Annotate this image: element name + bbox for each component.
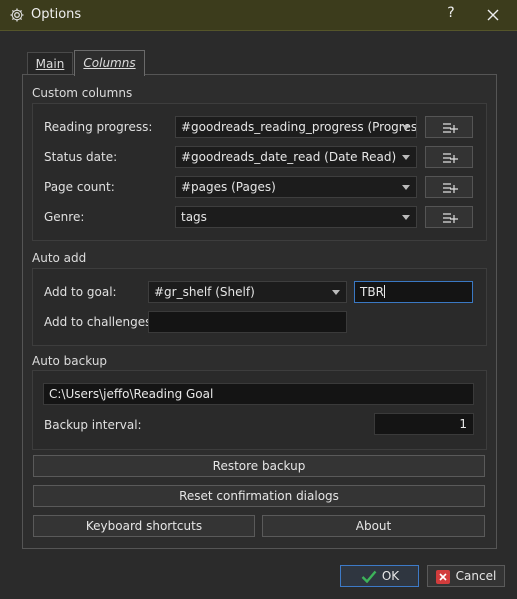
status-date-value: #goodreads_date_read (Date Read)	[181, 150, 397, 164]
backup-path-value: C:\Users\jeffo\Reading Goal	[49, 387, 214, 401]
checkmark-icon	[361, 570, 377, 583]
auto-add-heading: Auto add	[32, 251, 87, 265]
keyboard-shortcuts-button[interactable]: Keyboard shortcuts	[33, 515, 255, 537]
challenges-input[interactable]	[148, 311, 347, 333]
auto-backup-group	[32, 370, 487, 450]
auto-backup-heading: Auto backup	[32, 354, 108, 368]
add-column-button[interactable]	[425, 146, 473, 168]
goal-column-value: #gr_shelf (Shelf)	[154, 285, 255, 299]
genre-select[interactable]: tags	[175, 206, 417, 228]
add-column-icon	[443, 123, 458, 133]
add-to-challenges-label: Add to challenges:	[44, 315, 156, 329]
chevron-down-icon	[402, 185, 410, 190]
genre-label: Genre:	[44, 210, 85, 224]
close-icon[interactable]	[484, 6, 502, 24]
page-count-label: Page count:	[44, 180, 115, 194]
ok-button[interactable]: OK	[340, 565, 419, 587]
genre-value: tags	[181, 210, 207, 224]
add-column-button[interactable]	[425, 176, 473, 198]
chevron-down-icon	[402, 125, 410, 130]
backup-interval-value: 1	[459, 417, 467, 431]
page-count-select[interactable]: #pages (Pages)	[175, 176, 417, 198]
about-label: About	[355, 519, 392, 533]
status-date-select[interactable]: #goodreads_date_read (Date Read)	[175, 146, 417, 168]
about-button[interactable]: About	[262, 515, 485, 537]
title-bar: Options ?	[0, 0, 517, 31]
add-column-button[interactable]	[425, 206, 473, 228]
backup-interval-spinbox[interactable]: 1	[374, 413, 474, 435]
reading-progress-value: #goodreads_reading_progress (Progress)	[181, 120, 417, 134]
custom-columns-heading: Custom columns	[32, 86, 133, 100]
add-column-icon	[443, 153, 458, 163]
page-count-value: #pages (Pages)	[181, 180, 276, 194]
reading-progress-label: Reading progress:	[44, 120, 153, 134]
add-to-goal-label: Add to goal:	[44, 285, 117, 299]
status-date-label: Status date:	[44, 150, 118, 164]
cancel-button[interactable]: Cancel	[427, 565, 505, 587]
restore-backup-button[interactable]: Restore backup	[33, 455, 485, 477]
reset-confirmation-button[interactable]: Reset confirmation dialogs	[33, 485, 485, 507]
backup-interval-label: Backup interval:	[44, 418, 142, 432]
chevron-down-icon	[332, 290, 340, 295]
chevron-down-icon	[402, 215, 410, 220]
tab-columns-label: Columns	[83, 56, 136, 70]
window-title: Options	[31, 7, 82, 22]
reading-progress-select[interactable]: #goodreads_reading_progress (Progress)	[175, 116, 417, 138]
add-column-button[interactable]	[425, 116, 473, 138]
help-button[interactable]: ?	[440, 5, 462, 21]
goal-value-input[interactable]: TBR	[354, 281, 473, 303]
cancel-icon	[436, 570, 450, 584]
backup-path-input[interactable]: C:\Users\jeffo\Reading Goal	[43, 383, 474, 405]
text-caret	[383, 285, 385, 298]
auto-add-group	[32, 268, 487, 346]
gear-icon	[9, 7, 25, 23]
chevron-down-icon	[402, 155, 410, 160]
goal-value-text: TBR	[360, 285, 384, 299]
tab-main-label: Main	[35, 57, 65, 71]
tab-main[interactable]: Main	[27, 52, 73, 75]
keyboard-shortcuts-label: Keyboard shortcuts	[85, 519, 203, 533]
goal-column-select[interactable]: #gr_shelf (Shelf)	[148, 281, 347, 303]
tab-columns[interactable]: Columns	[74, 50, 145, 76]
add-column-icon	[443, 213, 458, 223]
reset-confirmation-label: Reset confirmation dialogs	[179, 489, 339, 503]
restore-backup-label: Restore backup	[212, 459, 306, 473]
add-column-icon	[443, 183, 458, 193]
